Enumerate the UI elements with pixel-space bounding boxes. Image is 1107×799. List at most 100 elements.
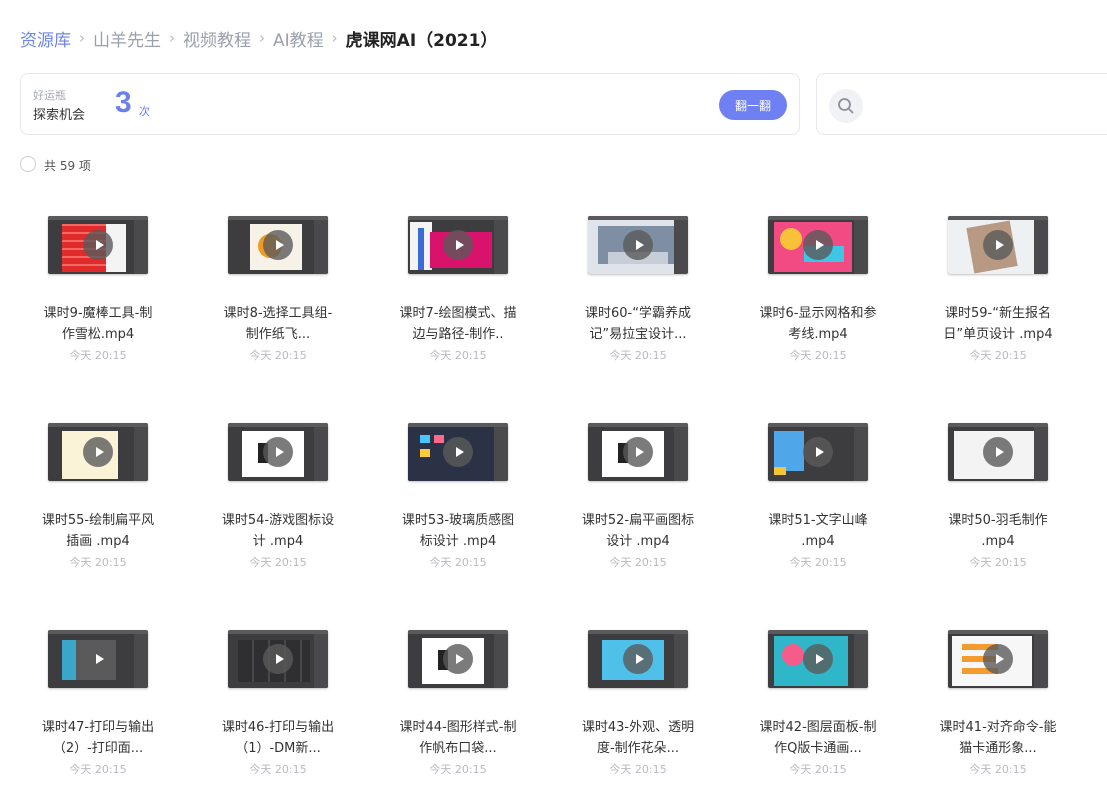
breadcrumb-item[interactable]: 资源库 [20, 26, 71, 51]
file-time: 今天 20:15 [249, 556, 307, 569]
file-name[interactable]: 课时53-玻璃质感图标设计 .mp4 [398, 510, 518, 552]
file-name[interactable]: 课时9-魔棒工具-制作雪松.mp4 [38, 303, 158, 345]
explore-chance-label: 探索机会 [33, 108, 86, 123]
play-icon[interactable] [443, 644, 473, 674]
video-thumbnail[interactable] [228, 630, 328, 688]
breadcrumb-item[interactable]: 视频教程 [183, 26, 251, 51]
file-item[interactable]: 课时60-“学霸养成记”易拉宝设计... 今天 20:15 [578, 216, 698, 376]
video-thumbnail[interactable] [948, 630, 1048, 688]
video-thumbnail[interactable] [768, 630, 868, 688]
file-time: 今天 20:15 [609, 556, 667, 569]
file-name[interactable]: 课时50-羽毛制作 .mp4 [938, 510, 1058, 552]
file-name[interactable]: 课时54-游戏图标设计 .mp4 [218, 510, 338, 552]
search-icon [838, 98, 854, 114]
file-item[interactable]: 课时7-绘图模式、描边与路径-制作.. 今天 20:15 [398, 216, 518, 376]
lucky-bottle-card: 好运瓶 探索机会 3 次 翻一翻 [20, 73, 800, 135]
file-item[interactable]: 课时43-外观、透明度-制作花朵... 今天 20:15 [578, 630, 698, 790]
file-item[interactable]: 课时51-文字山峰 .mp4 今天 20:15 [758, 423, 878, 583]
video-thumbnail[interactable] [228, 423, 328, 481]
file-name[interactable]: 课时59-“新生报名日”单页设计 .mp4 [938, 303, 1058, 345]
file-name[interactable]: 课时60-“学霸养成记”易拉宝设计... [578, 303, 698, 345]
search-card [816, 73, 1107, 135]
file-item[interactable]: 课时44-图形样式-制作帆布口袋... 今天 20:15 [398, 630, 518, 790]
file-time: 今天 20:15 [69, 349, 127, 362]
file-item[interactable]: 课时46-打印与输出（1）-DM新... 今天 20:15 [218, 630, 338, 790]
video-thumbnail[interactable] [588, 630, 688, 688]
video-thumbnail[interactable] [228, 216, 328, 274]
file-time: 今天 20:15 [429, 763, 487, 776]
play-icon[interactable] [263, 230, 293, 260]
file-name[interactable]: 课时46-打印与输出（1）-DM新... [218, 717, 338, 759]
video-thumbnail[interactable] [588, 216, 688, 274]
play-icon[interactable] [263, 437, 293, 467]
file-item[interactable]: 课时59-“新生报名日”单页设计 .mp4 今天 20:15 [938, 216, 1058, 376]
play-icon[interactable] [623, 230, 653, 260]
video-thumbnail[interactable] [48, 630, 148, 688]
search-button[interactable] [829, 89, 863, 123]
file-name[interactable]: 课时47-打印与输出（2）-打印面... [38, 717, 158, 759]
file-item[interactable]: 课时8-选择工具组-制作纸飞... 今天 20:15 [218, 216, 338, 376]
video-thumbnail[interactable] [408, 423, 508, 481]
play-icon[interactable] [623, 437, 653, 467]
file-name[interactable]: 课时51-文字山峰 .mp4 [758, 510, 878, 552]
play-icon[interactable] [263, 644, 293, 674]
play-icon[interactable] [983, 230, 1013, 260]
play-icon[interactable] [623, 644, 653, 674]
file-item[interactable]: 课时41-对齐命令-能猫卡通形象... 今天 20:15 [938, 630, 1058, 790]
video-thumbnail[interactable] [768, 423, 868, 481]
file-name[interactable]: 课时52-扁平画图标设计 .mp4 [578, 510, 698, 552]
breadcrumb-separator: › [259, 29, 265, 47]
play-icon[interactable] [443, 437, 473, 467]
file-name[interactable]: 课时44-图形样式-制作帆布口袋... [398, 717, 518, 759]
file-item[interactable]: 课时55-绘制扁平风插画 .mp4 今天 20:15 [38, 423, 158, 583]
file-name[interactable]: 课时42-图层面板-制作Q版卡通画... [758, 717, 878, 759]
video-thumbnail[interactable] [588, 423, 688, 481]
file-name[interactable]: 课时8-选择工具组-制作纸飞... [218, 303, 338, 345]
file-time: 今天 20:15 [69, 556, 127, 569]
file-item[interactable]: 课时42-图层面板-制作Q版卡通画... 今天 20:15 [758, 630, 878, 790]
file-item[interactable]: 课时6-显示网格和参考线.mp4 今天 20:15 [758, 216, 878, 376]
file-time: 今天 20:15 [969, 349, 1027, 362]
file-name[interactable]: 课时41-对齐命令-能猫卡通形象... [938, 717, 1058, 759]
play-icon[interactable] [803, 437, 833, 467]
breadcrumb-item[interactable]: AI教程 [273, 26, 324, 51]
play-icon[interactable] [83, 437, 113, 467]
select-all-checkbox[interactable] [20, 156, 36, 172]
file-item[interactable]: 课时47-打印与输出（2）-打印面... 今天 20:15 [38, 630, 158, 790]
video-thumbnail[interactable] [48, 216, 148, 274]
file-item[interactable]: 课时52-扁平画图标设计 .mp4 今天 20:15 [578, 423, 698, 583]
file-time: 今天 20:15 [789, 556, 847, 569]
file-item[interactable]: 课时50-羽毛制作 .mp4 今天 20:15 [938, 423, 1058, 583]
file-item[interactable]: 课时53-玻璃质感图标设计 .mp4 今天 20:15 [398, 423, 518, 583]
video-thumbnail[interactable] [408, 216, 508, 274]
play-icon[interactable] [443, 230, 473, 260]
file-name[interactable]: 课时6-显示网格和参考线.mp4 [758, 303, 878, 345]
play-icon[interactable] [83, 644, 113, 674]
file-name[interactable]: 课时7-绘图模式、描边与路径-制作.. [398, 303, 518, 345]
file-time: 今天 20:15 [789, 349, 847, 362]
play-icon[interactable] [83, 230, 113, 260]
video-thumbnail[interactable] [768, 216, 868, 274]
play-icon[interactable] [983, 644, 1013, 674]
file-time: 今天 20:15 [429, 349, 487, 362]
file-item[interactable]: 课时9-魔棒工具-制作雪松.mp4 今天 20:15 [38, 216, 158, 376]
file-time: 今天 20:15 [969, 556, 1027, 569]
file-name[interactable]: 课时55-绘制扁平风插画 .mp4 [38, 510, 158, 552]
play-icon[interactable] [803, 644, 833, 674]
video-thumbnail[interactable] [948, 216, 1048, 274]
file-time: 今天 20:15 [609, 349, 667, 362]
breadcrumb-separator: › [331, 29, 338, 47]
breadcrumb-item[interactable]: 山羊先生 [93, 26, 161, 51]
video-thumbnail[interactable] [408, 630, 508, 688]
file-time: 今天 20:15 [609, 763, 667, 776]
flip-button[interactable]: 翻一翻 [719, 90, 787, 120]
file-name[interactable]: 课时43-外观、透明度-制作花朵... [578, 717, 698, 759]
total-count: 共 59 项 [44, 159, 91, 173]
play-icon[interactable] [803, 230, 833, 260]
breadcrumb-separator: › [169, 29, 175, 47]
breadcrumb: 资源库 › 山羊先生 › 视频教程 › AI教程 › 虎课网AI（2021） [20, 26, 497, 51]
file-item[interactable]: 课时54-游戏图标设计 .mp4 今天 20:15 [218, 423, 338, 583]
video-thumbnail[interactable] [948, 423, 1048, 481]
video-thumbnail[interactable] [48, 423, 148, 481]
play-icon[interactable] [983, 437, 1013, 467]
